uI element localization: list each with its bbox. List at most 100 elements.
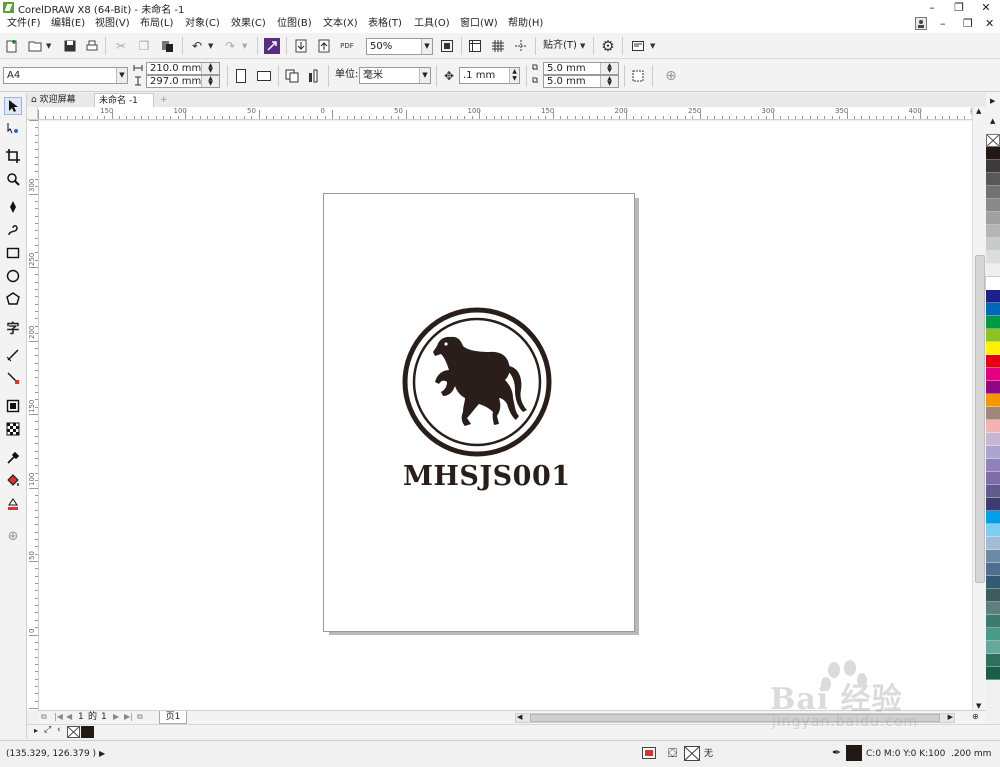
nudge-spinner-icon[interactable]: ▲ ▼ (509, 68, 519, 83)
docpal-eyedropper-icon[interactable]: ⤢ (44, 725, 51, 735)
menu-help[interactable]: 帮助(H) (508, 17, 543, 31)
duplicate-distance-y-field[interactable]: 5.0 mm ▲ ▼ (543, 75, 619, 88)
all-pages-icon[interactable] (284, 68, 300, 84)
palette-swatch[interactable] (986, 498, 1000, 511)
palette-swatch[interactable] (986, 641, 1000, 654)
vertical-ruler[interactable]: 300 250 200 150 100 50 0 (27, 120, 39, 710)
horizontal-scroll-thumb[interactable] (530, 714, 940, 722)
palette-swatch[interactable] (986, 394, 1000, 407)
menu-bitmaps[interactable]: 位图(B) (277, 17, 312, 31)
palette-swatch[interactable] (986, 524, 1000, 537)
undo-icon[interactable]: ↶ (189, 38, 205, 54)
zoom-navigator-icon[interactable]: ⊕ (972, 712, 979, 721)
horse-logo-emblem[interactable] (401, 306, 553, 458)
current-page-icon[interactable] (307, 68, 323, 84)
tab-document[interactable]: 未命名 -1 (94, 93, 154, 107)
palette-swatch[interactable] (986, 238, 1000, 251)
palette-swatch[interactable] (986, 225, 1000, 238)
scroll-down-icon[interactable]: ▼ (976, 702, 981, 710)
paste-icon[interactable] (159, 38, 175, 54)
docpal-expand-icon[interactable]: ‹ (57, 725, 61, 735)
connector-tool-icon[interactable] (4, 369, 22, 387)
duplicate-distance-x-field[interactable]: 5.0 mm ▲ ▼ (543, 62, 619, 75)
full-screen-preview-icon[interactable] (439, 38, 455, 54)
add-page-icon[interactable]: ⧉ (137, 712, 143, 722)
page-tab-1[interactable]: 页1 (159, 711, 187, 724)
portrait-icon[interactable] (233, 68, 249, 84)
zoom-level-combo[interactable]: 50% ▼ (366, 38, 433, 55)
vertical-scroll-thumb[interactable] (975, 255, 985, 583)
outline-color-swatch[interactable] (846, 745, 862, 761)
palette-swatch[interactable] (986, 381, 1000, 394)
application-launcher-icon[interactable] (630, 38, 646, 54)
palette-swatch[interactable] (986, 563, 1000, 576)
save-icon[interactable] (62, 38, 78, 54)
palette-swatch[interactable] (986, 654, 1000, 667)
scroll-up-icon[interactable]: ▲ (976, 107, 981, 115)
docpal-no-color-swatch[interactable] (67, 726, 80, 738)
palette-swatch[interactable] (986, 355, 1000, 368)
palette-swatch[interactable] (986, 615, 1000, 628)
open-dropdown-icon[interactable]: ▼ (46, 42, 51, 50)
logo-text[interactable]: MHSJS001 (403, 461, 570, 492)
dup-y-spinner-icon[interactable]: ▲ ▼ (600, 76, 618, 87)
options-gear-icon[interactable]: ⚙ (600, 37, 616, 55)
import-icon[interactable] (293, 38, 309, 54)
menu-table[interactable]: 表格(T) (368, 17, 402, 31)
redo-icon[interactable]: ↷ (222, 38, 238, 54)
show-grid-icon[interactable] (490, 38, 506, 54)
page-last-icon[interactable]: ▶| (124, 712, 133, 721)
palette-swatch[interactable] (986, 329, 1000, 342)
height-spinner-icon[interactable]: ▲ ▼ (201, 76, 219, 87)
shape-tool-icon[interactable] (4, 119, 22, 137)
print-icon[interactable] (84, 38, 100, 54)
palette-swatch[interactable] (986, 264, 1000, 277)
chevron-down-icon[interactable]: ▼ (421, 39, 432, 54)
palette-swatch[interactable] (986, 199, 1000, 212)
palette-swatch[interactable] (986, 420, 1000, 433)
menu-tools[interactable]: 工具(O) (414, 17, 450, 31)
add-quick-customize-icon[interactable]: ⊕ (663, 68, 679, 84)
interactive-fill-tool-icon[interactable] (4, 472, 22, 490)
menu-effects[interactable]: 效果(C) (231, 17, 266, 31)
freehand-tool-icon[interactable] (4, 198, 22, 216)
color-proof-icon[interactable] (642, 747, 656, 759)
page-first-arrow-icon[interactable]: |◀ (54, 712, 63, 721)
add-tool-icon[interactable]: ⊕ (4, 527, 22, 545)
add-tab-button[interactable]: + (156, 93, 170, 107)
crop-tool-icon[interactable] (4, 147, 22, 165)
page-first-icon[interactable]: ⧉ (41, 712, 47, 722)
palette-swatch[interactable] (986, 147, 1000, 160)
palette-swatch[interactable] (986, 160, 1000, 173)
export-icon[interactable] (316, 38, 332, 54)
parallel-dimension-tool-icon[interactable] (4, 346, 22, 364)
palette-swatch[interactable] (985, 276, 1000, 291)
doc-close-button[interactable]: ✕ (985, 17, 994, 31)
artistic-media-tool-icon[interactable] (4, 221, 22, 239)
palette-swatch[interactable] (986, 472, 1000, 485)
menu-view[interactable]: 视图(V) (95, 17, 130, 31)
show-guidelines-icon[interactable] (513, 38, 529, 54)
drop-shadow-tool-icon[interactable] (4, 397, 22, 415)
palette-swatch[interactable] (986, 667, 1000, 680)
palette-swatch[interactable] (986, 459, 1000, 472)
ellipse-tool-icon[interactable] (4, 267, 22, 285)
scroll-right-icon[interactable]: ▶ (948, 713, 953, 721)
zoom-tool-icon[interactable] (4, 170, 22, 188)
snap-dropdown-icon[interactable]: ▼ (580, 42, 585, 50)
undo-dropdown-icon[interactable]: ▼ (208, 42, 213, 50)
palette-swatch[interactable] (986, 316, 1000, 329)
landscape-icon[interactable] (256, 68, 272, 84)
palette-swatch[interactable] (986, 290, 1000, 303)
doc-restore-button[interactable]: ❐ (963, 17, 973, 31)
show-rulers-icon[interactable] (467, 38, 483, 54)
page-prev-icon[interactable]: ◀ (66, 712, 72, 721)
palette-swatch[interactable] (986, 576, 1000, 589)
palette-swatch[interactable] (986, 342, 1000, 355)
palette-swatch[interactable] (986, 368, 1000, 381)
menu-layout[interactable]: 布局(L) (140, 17, 173, 31)
menu-text[interactable]: 文本(X) (323, 17, 358, 31)
chevron-down-icon[interactable]: ▼ (419, 68, 430, 83)
palette-swatch[interactable] (986, 303, 1000, 316)
page-size-combo[interactable]: A4 ▼ (3, 67, 128, 84)
